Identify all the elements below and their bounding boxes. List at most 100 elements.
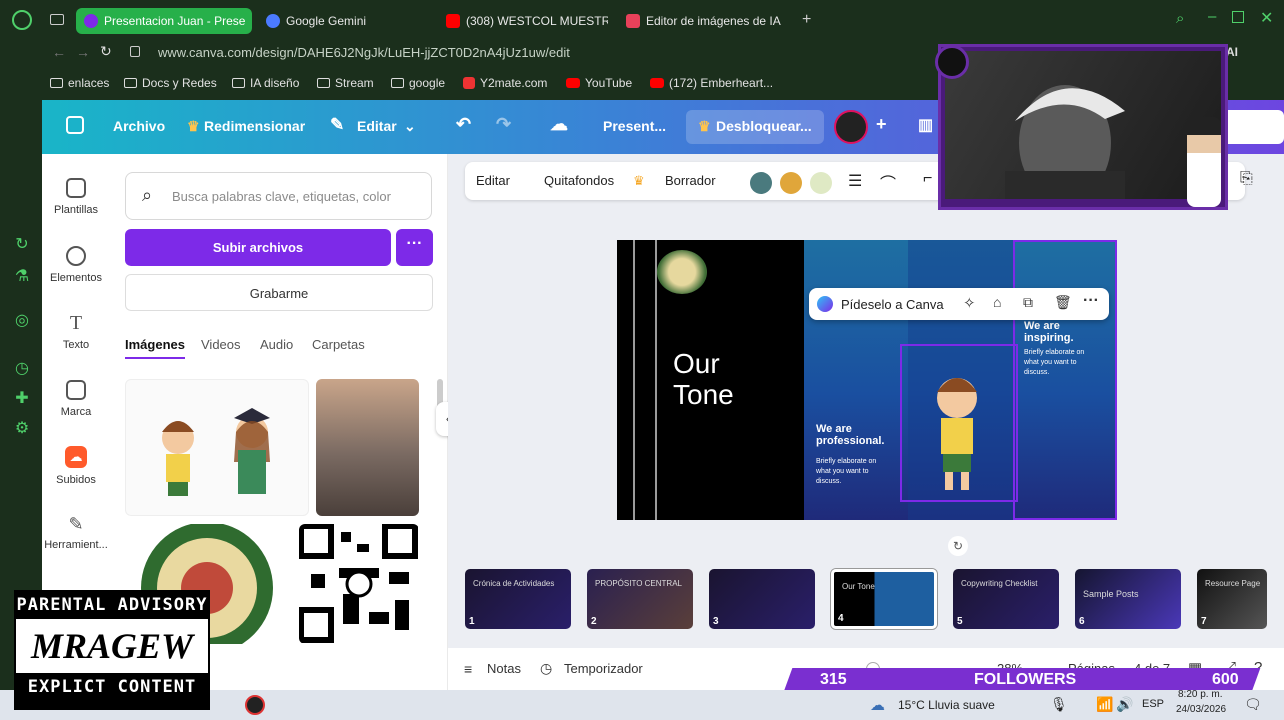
- lock-icon[interactable]: ⌂: [993, 294, 1001, 310]
- minimize-icon[interactable]: –: [1208, 8, 1216, 25]
- tab-audio[interactable]: Audio: [260, 337, 293, 352]
- archivo-menu[interactable]: Archivo: [113, 118, 165, 134]
- nav-elementos[interactable]: Elementos: [42, 246, 110, 284]
- upload-files-button[interactable]: Subir archivos: [125, 229, 391, 266]
- page-thumb-6[interactable]: Sample Posts 6: [1075, 569, 1181, 629]
- tab-gemini[interactable]: Google Gemini: [258, 8, 418, 34]
- nav-texto[interactable]: T Texto: [42, 312, 110, 351]
- wifi-icon[interactable]: 📶: [1096, 696, 1113, 713]
- color-swatch-gold[interactable]: [780, 172, 802, 194]
- slide-title[interactable]: Our Tone: [673, 348, 734, 410]
- insights-icon[interactable]: ▥: [918, 115, 933, 135]
- search-input[interactable]: ⌕ Busca palabras clave, etiquetas, color: [125, 172, 432, 220]
- opera-logo-icon[interactable]: [12, 10, 32, 30]
- forward-icon[interactable]: →: [76, 44, 90, 60]
- tab-youtube-westcol[interactable]: (308) WESTCOL MUESTR: [438, 8, 608, 34]
- extensions-icon[interactable]: ⚗: [13, 268, 31, 286]
- mic-icon[interactable]: 🎙: [1050, 696, 1068, 713]
- tab-image-editor[interactable]: Editor de imágenes de IA: [618, 8, 788, 34]
- editar-menu[interactable]: Editar: [357, 118, 397, 134]
- page-thumb-3[interactable]: 3: [709, 569, 815, 629]
- tab-carpetas[interactable]: Carpetas: [312, 337, 365, 352]
- followers-goal: 600: [1212, 671, 1239, 688]
- present-button[interactable]: Present...: [603, 118, 666, 134]
- cloud-sync-icon[interactable]: ☁: [550, 114, 568, 135]
- record-button[interactable]: Grabarme: [125, 274, 433, 311]
- bookmark-enlaces[interactable]: enlaces: [50, 76, 109, 90]
- tab-imagenes[interactable]: Imágenes: [125, 337, 185, 359]
- image-thumb-kids[interactable]: [125, 379, 309, 516]
- home-icon[interactable]: [66, 116, 84, 134]
- borrador-button[interactable]: Borrador: [665, 173, 716, 188]
- clock-date[interactable]: 24/03/2026: [1176, 704, 1226, 715]
- tab-videos[interactable]: Videos: [201, 337, 241, 352]
- url-input[interactable]: www.canva.com/design/DAHE6J2NgJk/LuEH-jj…: [158, 45, 570, 60]
- rotate-icon[interactable]: ↻: [948, 536, 968, 556]
- clock-time[interactable]: 8:20 p. m.: [1178, 689, 1222, 700]
- notifications-icon[interactable]: 🗨: [1244, 696, 1262, 713]
- undo-icon[interactable]: ↶: [456, 114, 471, 135]
- tab-grid-icon[interactable]: [50, 14, 64, 25]
- trash-icon[interactable]: 🗑: [1054, 294, 1072, 311]
- avatar[interactable]: [834, 110, 868, 144]
- page-selection-outline: [1013, 240, 1117, 520]
- redimensionar-button[interactable]: Redimensionar: [204, 118, 305, 134]
- bookmark-emberheart[interactable]: (172) Emberheart...: [650, 76, 773, 90]
- bookmark-ia-diseno[interactable]: IA diseño: [232, 76, 299, 90]
- paint-format-icon[interactable]: ⎘: [1240, 170, 1253, 188]
- back-icon[interactable]: ←: [52, 44, 66, 60]
- weather-text[interactable]: 15°C Lluvia suave: [898, 698, 995, 712]
- page-thumb-4[interactable]: Our Tone 4: [831, 569, 937, 629]
- timer-button[interactable]: Temporizador: [564, 661, 643, 676]
- puzzle-icon[interactable]: ✚: [13, 390, 31, 408]
- whatsapp-icon[interactable]: ◎: [13, 312, 31, 330]
- bookmark-y2mate[interactable]: Y2mate.com: [463, 76, 547, 90]
- new-tab-icon[interactable]: +: [802, 11, 811, 29]
- more-options-button[interactable]: ···: [396, 229, 433, 266]
- bookmark-youtube[interactable]: YouTube: [566, 76, 632, 90]
- close-icon[interactable]: ✕: [1260, 8, 1273, 28]
- crop-icon[interactable]: ⌐: [923, 170, 932, 188]
- nav-marca[interactable]: Marca: [42, 380, 110, 418]
- taskbar-app-icon[interactable]: [245, 695, 265, 715]
- color-swatch-cream[interactable]: [810, 172, 832, 194]
- slide-professional-heading[interactable]: We are professional.: [816, 423, 884, 447]
- nav-plantillas[interactable]: Plantillas: [42, 178, 110, 216]
- search-icon[interactable]: ⌕: [1176, 10, 1184, 27]
- more-icon[interactable]: ···: [1083, 292, 1099, 310]
- volume-icon[interactable]: 🔊: [1116, 696, 1133, 713]
- corner-radius-icon[interactable]: ⌒: [880, 170, 896, 194]
- editar-image-button[interactable]: Editar: [476, 173, 510, 188]
- page-thumb-5[interactable]: Copywriting Checklist 5: [953, 569, 1059, 629]
- ask-canva-button[interactable]: Pídeselo a Canva: [841, 297, 944, 312]
- nav-subidos[interactable]: ☁ Subidos: [42, 446, 110, 486]
- color-swatch-teal[interactable]: [750, 172, 772, 194]
- aria-icon[interactable]: ↻: [13, 236, 31, 254]
- image-thumb-qrcode[interactable]: [299, 524, 419, 644]
- image-thumb-classroom[interactable]: [316, 379, 419, 516]
- page-thumb-2[interactable]: PROPÓSITO CENTRAL 2: [587, 569, 693, 629]
- redo-icon[interactable]: ↷: [496, 114, 511, 135]
- border-style-icon[interactable]: ☰: [848, 171, 862, 191]
- slide-professional-body[interactable]: Briefly elaborate on what you want to di…: [816, 457, 876, 487]
- quitafondos-button[interactable]: Quitafondos: [544, 173, 614, 188]
- notes-button[interactable]: Notas: [487, 661, 521, 676]
- nav-herramientas[interactable]: ✎ Herramient...: [42, 514, 110, 551]
- comment-icon[interactable]: ✧: [963, 294, 976, 312]
- tab-canva[interactable]: Presentacion Juan - Prese: [76, 8, 252, 34]
- slide-canvas[interactable]: Our Tone We are inspiring. Briefly elabo…: [617, 240, 1117, 520]
- history-icon[interactable]: ◷: [13, 360, 31, 378]
- maximize-icon[interactable]: [1232, 11, 1244, 23]
- selection-box[interactable]: [900, 344, 1018, 502]
- magic-canva-icon: [817, 296, 833, 312]
- language-indicator[interactable]: ESP: [1142, 698, 1164, 710]
- page-thumb-7[interactable]: Resource Page 7: [1197, 569, 1267, 629]
- page-thumb-1[interactable]: Crónica de Actividades 1: [465, 569, 571, 629]
- settings-icon[interactable]: ⚙: [13, 420, 31, 438]
- duplicate-icon[interactable]: ⧉: [1023, 294, 1033, 311]
- bookmark-stream[interactable]: Stream: [317, 76, 374, 90]
- bookmark-docs[interactable]: Docs y Redes: [124, 76, 217, 90]
- bookmark-google[interactable]: google: [391, 76, 445, 90]
- add-collaborator-icon[interactable]: +: [876, 114, 887, 135]
- reload-icon[interactable]: ↻: [100, 43, 112, 60]
